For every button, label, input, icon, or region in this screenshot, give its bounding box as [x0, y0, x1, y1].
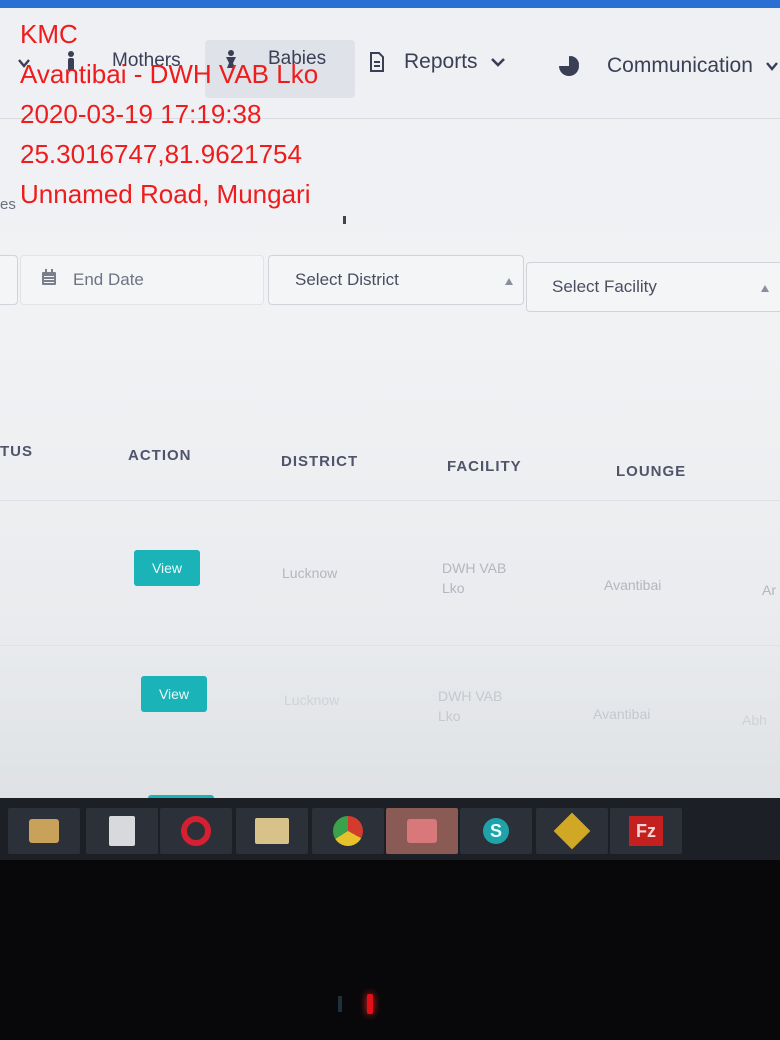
- taskbar-app-icon[interactable]: [86, 808, 158, 854]
- facility-select-label: Select Facility: [552, 277, 657, 296]
- lounge-cell: Avantibai: [593, 706, 651, 722]
- watermark-facility: Avantibai - DWH VAB Lko: [20, 59, 319, 89]
- pie-chart-icon: [558, 55, 580, 77]
- browser-top-strip: [0, 0, 780, 8]
- header-action[interactable]: ACTION: [128, 447, 192, 464]
- nav-reports-label: Reports: [404, 50, 478, 73]
- header-facility[interactable]: FACILITY: [447, 458, 522, 475]
- facility-cell-line2: Lko: [438, 708, 461, 724]
- header-lounge[interactable]: LOUNGE: [616, 463, 686, 480]
- district-cell: Lucknow: [284, 692, 340, 708]
- taskbar-app-icon[interactable]: [236, 808, 308, 854]
- facility-cell-line2: Lko: [442, 580, 465, 596]
- power-led: [367, 994, 373, 1014]
- lounge-cell: Avantibai: [604, 577, 662, 593]
- taskbar-app-icon[interactable]: S: [460, 808, 532, 854]
- end-date-field[interactable]: End Date: [20, 255, 264, 305]
- view-button[interactable]: View: [134, 550, 200, 586]
- nav-reports[interactable]: Reports: [370, 50, 506, 74]
- taskbar-app-icon[interactable]: [160, 808, 232, 854]
- breadcrumb-fragment: es: [0, 196, 16, 213]
- taskbar-app-icon[interactable]: [386, 808, 458, 854]
- header-separator: [0, 500, 780, 501]
- row-separator: [0, 645, 780, 646]
- taskbar-app-icon[interactable]: [312, 808, 384, 854]
- taskbar-app-icon[interactable]: [8, 808, 80, 854]
- bezel-sensor: [338, 996, 342, 1012]
- taskbar-app-icon[interactable]: Fz: [610, 808, 682, 854]
- nav-communication-label: Communication: [607, 54, 753, 77]
- start-date-field[interactable]: [0, 255, 18, 305]
- monitor-bezel: [0, 860, 780, 1040]
- extra-cell: Abh: [742, 712, 767, 728]
- watermark-address: Unnamed Road, Mungari: [20, 179, 311, 209]
- chevron-down-icon: [765, 60, 779, 72]
- watermark-timestamp: 2020-03-19 17:19:38: [20, 99, 262, 129]
- calendar-icon: [41, 269, 57, 291]
- district-cell: Lucknow: [282, 565, 338, 581]
- watermark-app: KMC: [20, 19, 78, 49]
- nav-communication[interactable]: Communication: [558, 54, 779, 78]
- photo-watermark: KMC Avantibai - DWH VAB Lko 2020-03-19 1…: [20, 14, 318, 214]
- chevron-down-icon: [490, 56, 506, 68]
- facility-cell-line1: DWH VAB: [442, 560, 507, 576]
- district-select-label: Select District: [295, 270, 399, 289]
- watermark-coordinates: 25.3016747,81.9621754: [20, 139, 302, 169]
- view-button[interactable]: View: [141, 676, 207, 712]
- facility-cell-line1: DWH VAB: [438, 688, 503, 704]
- end-date-placeholder: End Date: [73, 270, 144, 289]
- header-district[interactable]: DISTRICT: [281, 453, 358, 470]
- text-cursor: [343, 216, 346, 224]
- caret-icon: [505, 278, 513, 285]
- extra-cell: Ar: [762, 582, 776, 598]
- caret-icon: [761, 285, 769, 292]
- taskbar-app-icon[interactable]: [536, 808, 608, 854]
- facility-select[interactable]: Select Facility: [526, 262, 780, 312]
- document-icon: [370, 52, 384, 72]
- header-status[interactable]: TUS: [0, 443, 33, 460]
- district-select[interactable]: Select District: [268, 255, 524, 305]
